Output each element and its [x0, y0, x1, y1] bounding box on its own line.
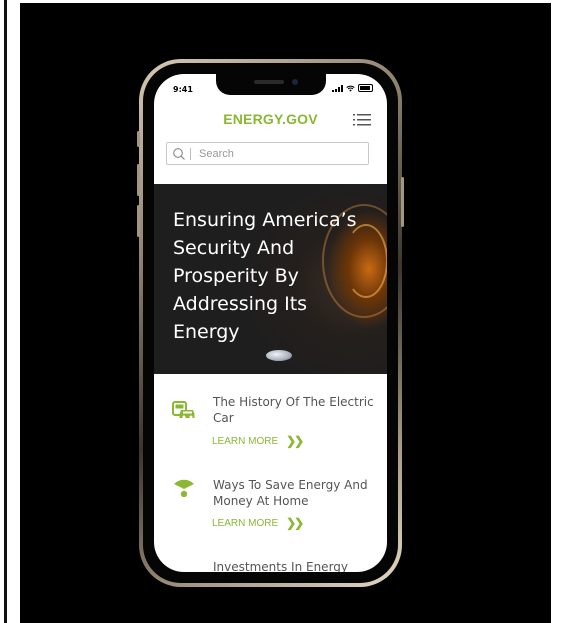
cellular-signal-icon: [332, 84, 343, 92]
search-input[interactable]: [199, 145, 359, 162]
hamburger-menu-icon[interactable]: [353, 114, 371, 126]
search-bar[interactable]: [166, 142, 369, 165]
wifi-icon: [346, 85, 355, 92]
battery-icon: [358, 84, 373, 92]
front-camera: [292, 79, 298, 85]
article-title[interactable]: The History Of The Electric Car: [213, 394, 378, 426]
volume-down-button: [137, 205, 140, 237]
wifi-signal-icon: [174, 479, 194, 498]
learn-more-link[interactable]: LEARN MORE ❯❯: [212, 516, 304, 530]
phone-notch: [216, 74, 326, 95]
status-icons: [332, 84, 373, 92]
article-title[interactable]: Ways To Save Energy And Money At Home: [213, 477, 378, 509]
learn-more-label: LEARN MORE: [212, 517, 279, 529]
article-title[interactable]: Investments In Energy: [213, 559, 378, 572]
learn-more-label: LEARN MORE: [212, 435, 279, 447]
double-chevron-right-icon: ❯❯: [286, 516, 304, 530]
learn-more-link[interactable]: LEARN MORE ❯❯: [212, 434, 304, 448]
reflection-highlight: [266, 350, 292, 361]
double-chevron-right-icon: ❯❯: [286, 434, 304, 448]
silent-switch: [137, 131, 140, 147]
search-icon: [173, 148, 185, 160]
hero-title: Ensuring America’s Security And Prosperi…: [173, 209, 357, 343]
device-showcase-backdrop: 9:41 ENERGY.GOV Search Ensuring America’…: [20, 3, 551, 623]
side-button: [401, 177, 404, 227]
search-divider: [190, 148, 191, 160]
phone-frame: 9:41 ENERGY.GOV Search Ensuring America’…: [137, 59, 404, 587]
left-edge-divider: [4, 0, 7, 623]
hero-banner[interactable]: Ensuring America’s Security And Prosperi…: [154, 184, 387, 374]
phone-screen: 9:41 ENERGY.GOV Search Ensuring America’…: [154, 74, 387, 572]
electric-car-icon: [172, 401, 195, 419]
earpiece-speaker: [254, 80, 284, 84]
status-time: 9:41: [173, 85, 193, 94]
volume-up-button: [137, 164, 140, 196]
